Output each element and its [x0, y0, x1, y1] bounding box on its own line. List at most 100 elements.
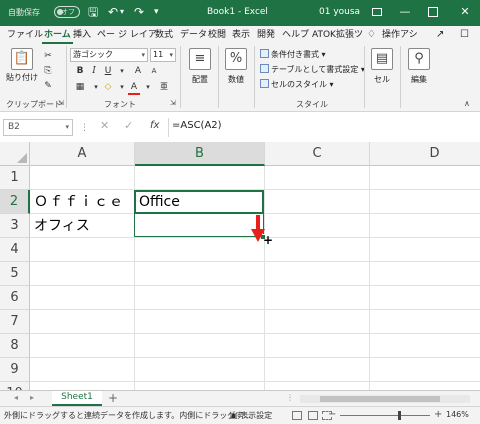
- cell-a2[interactable]: Ｏｆｆｉｃｅ: [34, 190, 124, 214]
- cancel-icon[interactable]: ✕: [100, 119, 109, 132]
- row-header-1[interactable]: 1: [0, 166, 30, 190]
- font-group-label: フォント: [104, 100, 136, 109]
- format-as-table-button[interactable]: テーブルとして書式設定 ▾: [260, 64, 365, 75]
- tab-view[interactable]: 表示: [230, 28, 252, 44]
- add-sheet-button[interactable]: +: [108, 392, 118, 405]
- phonetic-icon[interactable]: 亜: [158, 81, 170, 93]
- alignment-button[interactable]: ≡ 配置: [186, 48, 214, 85]
- copy-icon[interactable]: ⎘: [42, 65, 54, 77]
- italic-button[interactable]: I: [88, 65, 100, 77]
- fill-color-dropdown-icon[interactable]: ▾: [116, 81, 128, 93]
- more-icon: ⋮: [80, 123, 89, 133]
- font-size-dropdown[interactable]: 11 ▾: [150, 48, 176, 62]
- tab-formulas[interactable]: 数式: [153, 28, 175, 44]
- horizontal-scrollbar[interactable]: [300, 395, 470, 403]
- row-header-3[interactable]: 3: [0, 214, 30, 238]
- zoom-slider-thumb[interactable]: [398, 411, 401, 420]
- tab-file[interactable]: ファイル: [5, 28, 45, 44]
- zoom-in-button[interactable]: +: [434, 409, 442, 420]
- zoom-slider[interactable]: [340, 415, 430, 416]
- cell-styles-icon: [260, 79, 269, 88]
- cells-button[interactable]: ▤ セル: [368, 48, 396, 85]
- tab-atok[interactable]: ATOK拡張ツ: [310, 28, 365, 44]
- autosave-toggle[interactable]: オフ: [54, 6, 80, 18]
- tab-home[interactable]: ホーム: [42, 28, 73, 44]
- row-header-10[interactable]: 10: [0, 382, 30, 390]
- tab-data[interactable]: データ: [178, 28, 209, 44]
- font-launcher-icon[interactable]: ⇲: [170, 99, 176, 107]
- prev-sheet-icon[interactable]: ◂: [14, 393, 18, 402]
- tab-insert[interactable]: 挿入: [71, 28, 93, 44]
- collapse-ribbon-icon[interactable]: ∧: [464, 99, 470, 108]
- row-header-8[interactable]: 8: [0, 334, 30, 358]
- worksheet-grid[interactable]: A B C D 1 2 3 4 5 6 7 8 9 10 Ｏｆｆｉｃｅ Offi…: [0, 142, 480, 390]
- row-header-9[interactable]: 9: [0, 358, 30, 382]
- font-color-button[interactable]: A: [128, 81, 140, 95]
- borders-icon[interactable]: ▦: [74, 81, 86, 93]
- fill-color-icon[interactable]: ◇: [102, 81, 114, 93]
- formula-input[interactable]: =ASC(A2): [172, 120, 222, 131]
- save-icon[interactable]: 🖫: [88, 5, 98, 19]
- customize-icon[interactable]: ▾: [154, 5, 159, 19]
- underline-dropdown-icon[interactable]: ▾: [116, 65, 128, 77]
- conditional-formatting-button[interactable]: 条件付き書式 ▾: [260, 49, 326, 60]
- page-layout-view-icon[interactable]: [308, 411, 318, 420]
- undo-dropdown-icon[interactable]: ▾: [120, 5, 124, 19]
- share-icon[interactable]: ↗: [436, 29, 444, 40]
- undo-icon[interactable]: ↶: [108, 5, 118, 19]
- cut-icon[interactable]: ✂: [42, 50, 54, 62]
- font-grow-button[interactable]: A: [132, 65, 144, 77]
- underline-button[interactable]: U: [102, 65, 114, 77]
- tab-review[interactable]: 校閲: [206, 28, 228, 44]
- paste-button[interactable]: 📋 貼り付け: [6, 48, 38, 83]
- font-shrink-button[interactable]: A: [148, 65, 160, 77]
- number-label: 数値: [228, 75, 244, 84]
- lightbulb-icon[interactable]: ♢: [367, 29, 376, 40]
- tab-developer[interactable]: 開発: [255, 28, 277, 44]
- row-header-5[interactable]: 5: [0, 262, 30, 286]
- borders-dropdown-icon[interactable]: ▾: [90, 81, 102, 93]
- sheet-tab-sheet1[interactable]: Sheet1: [52, 391, 102, 406]
- font-color-dropdown-icon[interactable]: ▾: [142, 81, 154, 93]
- select-all-button[interactable]: [0, 142, 30, 166]
- cell-a3[interactable]: オフィス: [34, 214, 90, 238]
- number-format-button[interactable]: % 数値: [222, 48, 250, 85]
- column-header-a[interactable]: A: [30, 142, 135, 166]
- name-box[interactable]: B2 ▾: [3, 119, 73, 136]
- cell-styles-button[interactable]: セルのスタイル ▾: [260, 79, 334, 90]
- zoom-out-button[interactable]: −: [328, 409, 336, 420]
- redo-icon[interactable]: ↷: [134, 5, 144, 19]
- crosshair-cursor-icon: +: [263, 233, 274, 247]
- comments-icon[interactable]: ☐: [460, 29, 469, 40]
- clipboard-launcher-icon[interactable]: ⇲: [58, 99, 64, 107]
- enter-icon[interactable]: ✓: [124, 119, 133, 132]
- restore-icon[interactable]: [428, 7, 438, 17]
- tab-help[interactable]: ヘルプ: [280, 28, 311, 44]
- format-painter-icon[interactable]: ✎: [42, 80, 54, 92]
- column-header-c[interactable]: C: [265, 142, 370, 166]
- more-options-icon: ⋮: [286, 393, 294, 402]
- display-settings-button[interactable]: ▣ 表示設定: [230, 410, 272, 421]
- insert-function-icon[interactable]: fx: [150, 120, 159, 131]
- column-header-d[interactable]: D: [370, 142, 480, 166]
- minimize-icon[interactable]: —: [396, 3, 414, 21]
- tab-tell-me[interactable]: 操作アシ: [380, 28, 420, 44]
- ribbon: 📋 貼り付け ✂ ⎘ ✎ クリップボード ⇲ 游ゴシック ▾ 11 ▾ B I …: [0, 44, 480, 112]
- close-icon[interactable]: ✕: [456, 3, 474, 21]
- scrollbar-thumb[interactable]: [320, 396, 440, 402]
- bold-button[interactable]: B: [74, 65, 86, 77]
- zoom-level[interactable]: 146%: [446, 410, 469, 419]
- font-name-dropdown[interactable]: 游ゴシック ▾: [70, 48, 148, 62]
- row-header-4[interactable]: 4: [0, 238, 30, 262]
- normal-view-icon[interactable]: [292, 411, 302, 420]
- row-header-7[interactable]: 7: [0, 310, 30, 334]
- column-header-b[interactable]: B: [135, 142, 265, 166]
- user-name[interactable]: 01 yousa: [319, 7, 360, 17]
- paste-label: 貼り付け: [6, 73, 38, 82]
- ribbon-display-icon[interactable]: [368, 3, 386, 21]
- editing-button[interactable]: ⚲ 編集: [404, 48, 434, 85]
- tab-page-layout-a[interactable]: ペー: [95, 28, 117, 44]
- row-header-6[interactable]: 6: [0, 286, 30, 310]
- next-sheet-icon[interactable]: ▸: [30, 393, 34, 402]
- row-header-2[interactable]: 2: [0, 190, 30, 214]
